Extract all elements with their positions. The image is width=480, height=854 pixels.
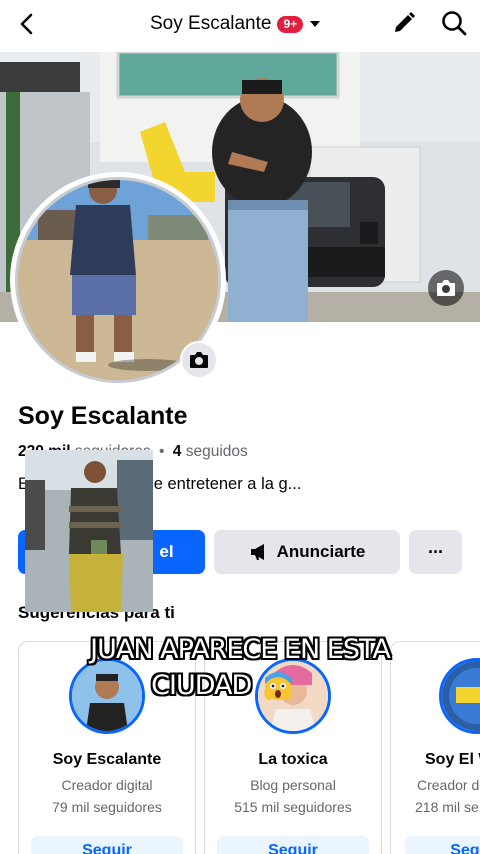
suggestion-category: Creador digital — [61, 777, 153, 793]
suggestion-category: Blog personal — [250, 777, 336, 793]
profile-name: Soy Escalante — [18, 402, 188, 430]
overlay-caption-line1: JUAN APARECE EN ESTA — [90, 634, 391, 665]
follow-button[interactable]: Segui — [405, 836, 480, 854]
suggestion-name: Soy El W — [425, 751, 480, 768]
back-arrow-icon[interactable] — [14, 10, 42, 38]
suggestion-category: Creador d — [417, 777, 480, 793]
caret-down-icon — [310, 21, 321, 27]
overlay-caption-line2: CIUDAD — [0, 670, 462, 702]
suggestion-followers: 79 mil seguidores — [52, 799, 162, 815]
overlay-caption-line2-text: CIUDAD — [151, 670, 252, 701]
search-icon[interactable] — [440, 9, 468, 37]
follow-button[interactable]: Seguir — [31, 836, 183, 854]
suggestion-name: Soy Escalante — [52, 751, 162, 768]
camera-icon — [437, 280, 455, 296]
suggestion-followers: 218 mil se — [415, 799, 479, 815]
page-switcher[interactable]: Soy Escalante 9+ — [150, 11, 321, 37]
shocked-face-icon — [264, 671, 292, 700]
cover-camera-button[interactable] — [428, 270, 464, 306]
page-title: Soy Escalante — [150, 13, 272, 34]
camera-icon — [190, 352, 208, 368]
stats-separator: • — [159, 443, 165, 460]
suggestion-followers: 515 mil seguidores — [234, 799, 352, 815]
following-count: 4 — [172, 443, 182, 460]
megaphone-icon — [250, 544, 264, 560]
top-navigation-bar: Soy Escalante 9+ — [0, 0, 480, 50]
advertise-button[interactable]: Anunciarte — [214, 530, 400, 574]
more-options-button[interactable]: ··· — [409, 530, 462, 574]
following-label: seguidos — [185, 443, 248, 460]
edit-pencil-icon[interactable] — [391, 10, 417, 36]
advertise-label: Anunciarte — [276, 542, 366, 561]
inset-photo — [25, 450, 153, 612]
suggestion-name: La toxica — [258, 751, 328, 768]
follow-button[interactable]: Seguir — [217, 836, 369, 854]
avatar-camera-button[interactable] — [180, 341, 218, 379]
notification-badge: 9+ — [277, 15, 304, 33]
primary-action-label: el — [159, 542, 174, 561]
more-dots-icon: ··· — [428, 541, 444, 562]
